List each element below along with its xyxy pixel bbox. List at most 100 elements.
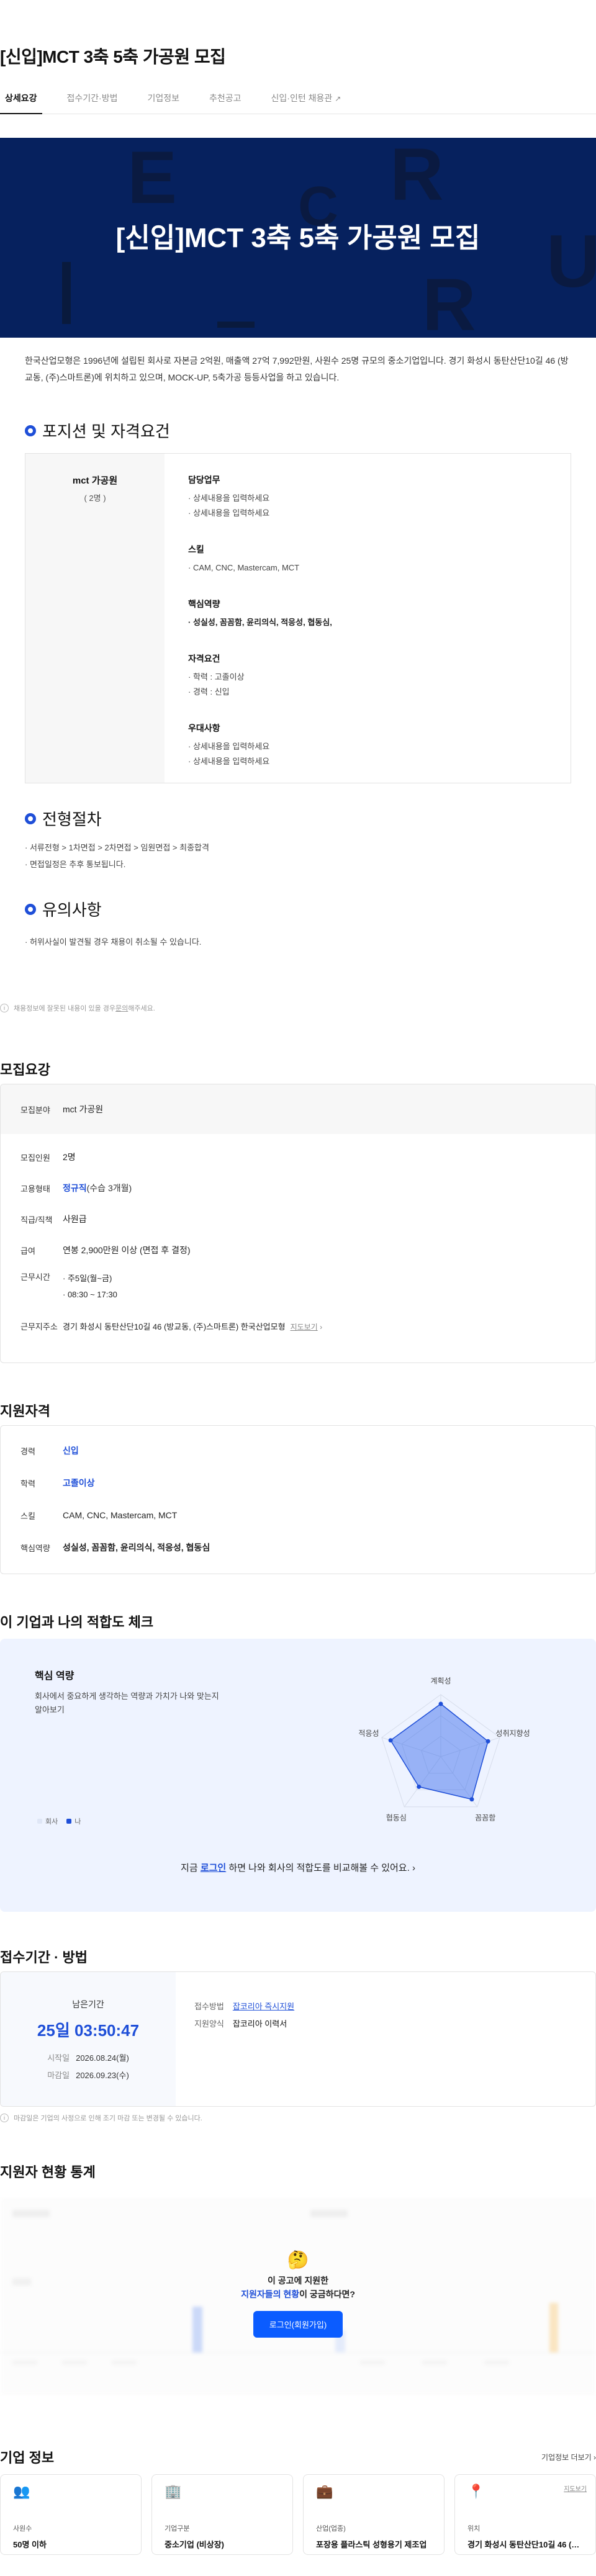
company-heading: 기업 정보 xyxy=(0,2450,55,2466)
people-icon: 👥 xyxy=(13,2484,30,2499)
qualification-row: 핵심역량 성실성, 꼼꼼함, 윤리의식, 적응성, 협동심 xyxy=(20,1542,210,1553)
external-link-icon: ↗ xyxy=(335,94,341,103)
info-icon: i xyxy=(0,2114,9,2122)
process-list: · 서류전형 > 1차면접 > 2차면접 > 임원면접 > 최종합격 · 면접일… xyxy=(25,843,209,869)
stats-login-overlay: 🤔 이 공고에 지원한 지원자들의 현황이 궁금하다면? 로그인(회원가입) xyxy=(0,2249,596,2338)
company-card-type: 🏢 기업구분 중소기업 (비상장) xyxy=(151,2474,293,2555)
detail-tabs: 상세요강 접수기간·방법 기업정보 추천공고 신입·인턴 채용관 ↗ xyxy=(0,87,596,114)
period-method-panel: 접수방법 잡코리아 즉시지원 지원양식 잡코리아 이력서 xyxy=(194,2002,295,2029)
tab-recommend[interactable]: 추천공고 xyxy=(204,87,246,114)
position-summary: mct 가공원 ( 2명 ) xyxy=(25,454,165,783)
job-posting-page: [신입]MCT 3축 5축 가공원 모집 상세요강 접수기간·방법 기업정보 추… xyxy=(0,0,596,2576)
radar-point xyxy=(388,1738,393,1743)
company-card-industry: 💼 산업(업종) 포장용 플라스틱 성형용기 제조업 xyxy=(303,2474,445,2555)
radar-axis-label: 꼼꼼함 xyxy=(475,1814,495,1822)
qualification-row: 경력 신입 xyxy=(20,1446,79,1456)
chevron-right-icon: › xyxy=(412,1863,415,1873)
tab-detail[interactable]: 상세요강 xyxy=(0,87,42,114)
tab-period[interactable]: 접수기간·방법 xyxy=(62,87,123,114)
period-heading: 접수기간 · 방법 xyxy=(0,1950,88,1965)
radar-axis-label: 협동심 xyxy=(386,1814,407,1822)
company-card-location: 📍 지도보기 위치 경기 화성시 동탄산단10길 46 (방교동, (주)스마트… xyxy=(454,2474,596,2555)
building-icon: 🏢 xyxy=(165,2484,182,2499)
tab-company[interactable]: 기업정보 xyxy=(142,87,184,114)
position-heading: 포지션 및 자격요건 xyxy=(25,419,170,442)
notes-heading: 유의사항 xyxy=(25,898,102,921)
bullet-ring-icon xyxy=(25,903,36,915)
address-row: 근무지주소 경기 화성시 동탄산단10길 46 (방교동, (주)스마트론) 한… xyxy=(20,1322,323,1331)
banner-decoration xyxy=(217,322,255,328)
process-heading: 전형절차 xyxy=(25,807,102,830)
requirements-group: 자격요건 · 학력 : 고졸이상 · 경력 : 신입 xyxy=(188,654,245,696)
recruit-row: 모집인원 2명 xyxy=(20,1152,76,1163)
competency-radar-chart: 계획성성취지향성꼼꼼함 협동심 적응성 xyxy=(358,1677,530,1822)
briefcase-icon: 💼 xyxy=(316,2484,333,2499)
radar-axis-label: 성취지향성 xyxy=(495,1729,530,1737)
work-hours-row: 근무시간 · 주5일(월~금) · 08:30 ~ 17:30 xyxy=(20,1272,117,1299)
qualification-row: 스킬 CAM, CNC, Mastercam, MCT xyxy=(20,1510,178,1521)
countdown-timer: 25일 03:50:47 xyxy=(37,2021,140,2040)
bullet-ring-icon xyxy=(25,813,36,824)
competency-group: 핵심역량 · 성실성, 꼼꼼함, 윤리의식, 적응성, 협동심, xyxy=(188,599,332,627)
login-signup-button[interactable]: 로그인(회원가입) xyxy=(253,2311,343,2338)
recruit-heading: 모집요강 xyxy=(0,1062,50,1078)
preferred-group: 우대사항 · 상세내용을 입력하세요 · 상세내용을 입력하세요 xyxy=(188,723,270,766)
position-name: mct 가공원 xyxy=(72,475,118,486)
bullet-ring-icon xyxy=(25,425,36,436)
qualification-heading: 지원자격 xyxy=(0,1403,50,1419)
tab-newcomer[interactable]: 신입·인턴 채용관 ↗ xyxy=(266,87,346,114)
period-footnote: i 마감일은 기업의 사정으로 인해 조기 마감 또는 변경될 수 있습니다. xyxy=(0,2113,202,2123)
map-link[interactable]: 지도보기 xyxy=(564,2484,587,2493)
position-details: 담당업무 · 상세내용을 입력하세요 · 상세내용을 입력하세요 스킬 · CA… xyxy=(165,454,332,783)
fit-heading: 이 기업과 나의 적합도 체크 xyxy=(0,1615,154,1630)
position-count: ( 2명 ) xyxy=(84,493,106,503)
radar-point xyxy=(438,1701,443,1706)
legend-swatch-me xyxy=(66,1819,72,1824)
radar-point xyxy=(417,1785,422,1790)
applicant-stats: 🤔 이 공고에 지원한 지원자들의 현황이 궁금하다면? 로그인(회원가입) xyxy=(0,2197,596,2396)
banner-decoration: R xyxy=(390,138,444,216)
qualification-card: 경력 신입 학력 고졸이상 스킬 CAM, CNC, Mastercam, MC… xyxy=(0,1425,596,1574)
banner-decoration xyxy=(62,262,71,324)
fit-login-cta: 지금 로그인 하면 나와 회사의 적합도를 비교해볼 수 있어요. › xyxy=(181,1863,415,1873)
period-countdown-panel: 남은기간 25일 03:50:47 시작일 2026.08.24(월) 마감일 20… xyxy=(1,1972,176,2106)
chevron-right-icon: › xyxy=(317,1322,323,1331)
login-link[interactable]: 로그인 xyxy=(201,1863,226,1873)
banner-decoration: E xyxy=(127,138,178,219)
recruit-card: 모집분야 mct 가공원 모집인원 2명 고용형태 정규직(수습 3개월) 직급… xyxy=(0,1084,596,1363)
report-link[interactable]: 문의 xyxy=(115,1003,128,1013)
period-card: 남은기간 25일 03:50:47 시작일 2026.08.24(월) 마감일 20… xyxy=(0,1971,596,2107)
page-title: [신입]MCT 3축 5축 가공원 모집 xyxy=(0,47,226,66)
thinking-face-icon: 🤔 xyxy=(287,2250,309,2269)
stats-heading: 지원자 현황 통계 xyxy=(0,2164,96,2180)
info-icon: i xyxy=(0,1004,9,1012)
recruit-row: 급여 연봉 2,900만원 이상 (면접 후 결정) xyxy=(20,1245,191,1256)
legend-swatch-company xyxy=(37,1819,42,1824)
qualification-row: 학력 고졸이상 xyxy=(20,1478,95,1488)
radar-point xyxy=(469,1797,474,1802)
fit-legend: 회사 나 xyxy=(37,1816,81,1826)
hero-banner: E R C U R [신입]MCT 3축 5축 가공원 모집 xyxy=(0,138,596,338)
apply-method-link[interactable]: 잡코리아 즉시지원 xyxy=(233,2002,294,2011)
recruit-row: 고용형태 정규직(수습 3개월) xyxy=(20,1183,132,1194)
duties-group: 담당업무 · 상세내용을 입력하세요 · 상세내용을 입력하세요 xyxy=(188,475,270,518)
report-note: i 채용정보에 잘못된 내용이 있을 경우 문의 해주세요. xyxy=(0,1003,155,1013)
radar-point xyxy=(485,1739,490,1744)
map-link[interactable]: 지도보기 xyxy=(291,1323,318,1331)
radar-axis-label: 계획성 xyxy=(430,1677,451,1685)
skills-group: 스킬 · CAM, CNC, Mastercam, MCT xyxy=(188,544,300,572)
radar-axis-label: 적응성 xyxy=(358,1729,379,1737)
notes-list: · 허위사실이 발견될 경우 채용이 취소될 수 있습니다. xyxy=(25,937,202,947)
fit-check-panel: 핵심 역량 회사에서 중요하게 생각하는 역량과 가치가 나와 맞는지 알아보기… xyxy=(0,1639,596,1912)
fit-title: 핵심 역량 xyxy=(35,1671,74,1682)
recruit-field-row: 모집분야 mct 가공원 xyxy=(1,1084,595,1134)
banner-decoration: R xyxy=(422,263,476,338)
company-card-employees: 👥 사원수 50명 이하 xyxy=(0,2474,142,2555)
fit-description: 회사에서 중요하게 생각하는 역량과 가치가 나와 맞는지 알아보기 xyxy=(35,1691,219,1714)
chevron-right-icon: › xyxy=(591,2452,596,2462)
recruit-row: 직급/직책 사원급 xyxy=(20,1214,87,1225)
company-info-header: 기업 정보 기업정보 더보기 › xyxy=(0,2447,596,2467)
company-more-link[interactable]: 기업정보 더보기 › xyxy=(541,2452,596,2462)
position-table: mct 가공원 ( 2명 ) 담당업무 · 상세내용을 입력하세요 · 상세내용… xyxy=(25,453,571,783)
company-intro: 한국산업모형은 1996년에 설립된 회사로 자본금 2억원, 매출액 27억 … xyxy=(25,356,569,382)
